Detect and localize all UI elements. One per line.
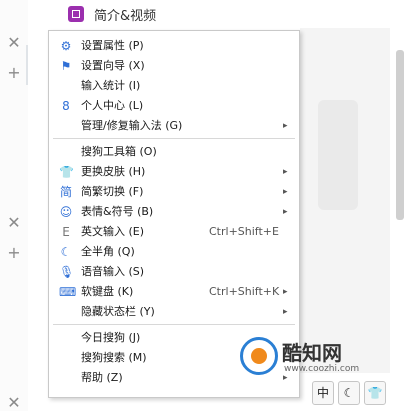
gear-icon: ⚙	[60, 39, 72, 53]
menu-divider	[53, 138, 295, 139]
shirt-icon: 👕	[59, 165, 74, 179]
chevron-right-icon: ▸	[283, 207, 288, 217]
plus-icon[interactable]: +	[6, 65, 22, 81]
menu-item-settings[interactable]: ⚙ 设置属性 (P)	[49, 36, 299, 56]
watermark: 酷知网 www.coozhi.com	[240, 335, 365, 385]
coozhi-logo-icon	[240, 337, 278, 375]
microphone-icon: 🎙	[59, 265, 75, 279]
shortcut-text: Ctrl+Shift+E	[209, 225, 279, 238]
close-icon[interactable]: ✕	[6, 395, 22, 411]
watermark-title: 酷知网	[282, 341, 342, 365]
moon-icon: ☾	[60, 245, 72, 259]
ime-status-bar: 中 ☾ 👕	[274, 381, 406, 407]
menu-item-setup-wizard[interactable]: ⚑ 设置向导 (X)	[49, 56, 299, 76]
plus-icon[interactable]: +	[6, 245, 22, 261]
intro-video-icon	[68, 6, 84, 22]
menu-item-voice-input[interactable]: 🎙 语音输入 (S)	[49, 262, 299, 282]
menu-item-emoji-symbols[interactable]: ☺ 表情&符号 (B) ▸	[49, 202, 299, 222]
menu-item-hide-statusbar[interactable]: 隐藏状态栏 (Y) ▸	[49, 302, 299, 322]
background-shape	[318, 100, 358, 210]
keyboard-icon: ⌨	[59, 285, 77, 299]
left-strip-divider	[26, 45, 28, 85]
menu-divider	[53, 324, 295, 325]
english-icon: E	[62, 225, 70, 239]
menu-item-manage-repair[interactable]: 管理/修复输入法 (G) ▸	[49, 116, 299, 136]
simplified-icon: 简	[59, 185, 72, 199]
menu-item-soft-keyboard[interactable]: ⌨ 软键盘 (K) Ctrl+Shift+K ▸	[49, 282, 299, 302]
menu-item-toolbox[interactable]: 搜狗工具箱 (O)	[49, 142, 299, 162]
full-half-width-button[interactable]: ☾	[338, 381, 360, 405]
chevron-right-icon: ▸	[283, 187, 288, 197]
close-icon[interactable]: ✕	[6, 215, 22, 231]
menu-item-english-input[interactable]: E 英文输入 (E) Ctrl+Shift+E	[49, 222, 299, 242]
scrollbar[interactable]	[396, 50, 404, 220]
chevron-right-icon: ▸	[283, 167, 288, 177]
menu-item-simplified-traditional[interactable]: 简 简繁切换 (F) ▸	[49, 182, 299, 202]
chevron-right-icon: ▸	[283, 287, 288, 297]
flag-icon: ⚑	[60, 59, 72, 73]
menu-item-input-stats[interactable]: 输入统计 (I)	[49, 76, 299, 96]
smiley-icon: ☺	[59, 205, 73, 219]
menu-item-personal-center[interactable]: 8 个人中心 (L)	[49, 96, 299, 116]
chinese-mode-button[interactable]: 中	[312, 381, 334, 405]
watermark-url: www.coozhi.com	[284, 364, 360, 374]
menu-item-full-half-width[interactable]: ☾ 全半角 (Q)	[49, 242, 299, 262]
top-bar	[28, 0, 406, 30]
skin-button[interactable]: 👕	[364, 381, 386, 405]
left-strip	[0, 0, 28, 411]
close-icon[interactable]: ✕	[6, 35, 22, 51]
menu-item-change-skin[interactable]: 👕 更换皮肤 (H) ▸	[49, 162, 299, 182]
shortcut-text: Ctrl+Shift+K	[209, 285, 280, 298]
user-icon: 8	[62, 99, 70, 113]
chevron-right-icon: ▸	[283, 307, 288, 317]
chevron-right-icon: ▸	[283, 121, 288, 131]
page-title: 简介&视频	[94, 9, 157, 24]
